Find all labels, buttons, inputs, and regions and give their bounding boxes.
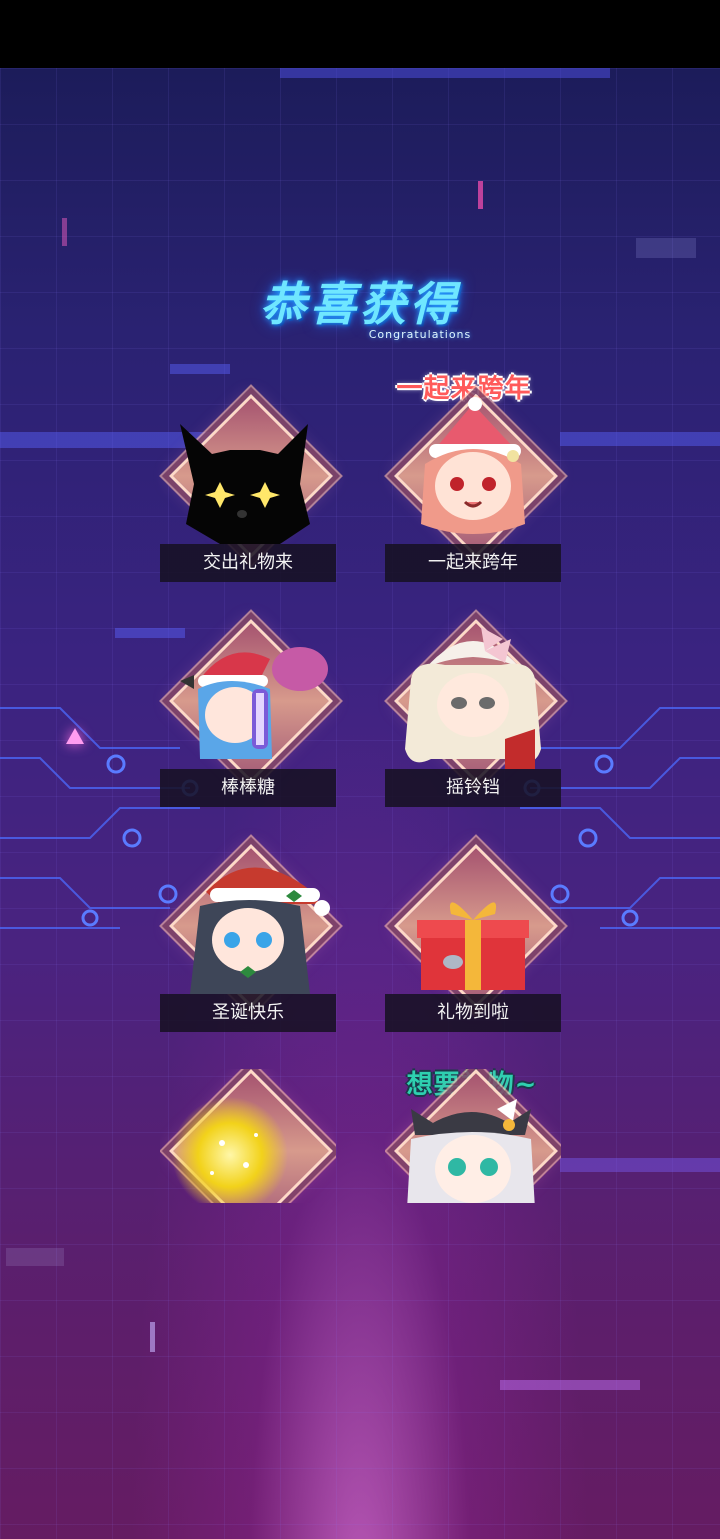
title-text: 恭喜获得: [260, 277, 460, 331]
bell-girl-icon: [405, 627, 541, 769]
decor-bar: [560, 432, 720, 446]
cat-hat-girl-icon: [407, 1099, 535, 1203]
decor-bar: [170, 364, 230, 374]
reward-item[interactable]: 棒棒糖: [160, 618, 336, 819]
status-bar: [0, 0, 720, 68]
santa-hat-girl-icon: [421, 397, 525, 534]
decor-bar: [150, 1322, 155, 1352]
reward-item[interactable]: 一起来跨年: [385, 393, 561, 594]
congrats-title: 恭喜获得 Congratulations: [0, 268, 720, 341]
black-cat-silhouette-icon: [180, 424, 310, 544]
decor-bar: [560, 1158, 720, 1172]
item-label: 一起来跨年: [385, 544, 561, 582]
reward-item[interactable]: 礼物到啦: [385, 843, 561, 1044]
decor-bar: [500, 1380, 640, 1390]
reward-item[interactable]: 交出礼物来: [160, 393, 336, 594]
item-label: 摇铃铛: [385, 769, 561, 807]
triangle-icon: [66, 728, 84, 744]
reward-screen[interactable]: 恭喜获得 Congratulations 交出礼物来 一起来跨年 一起来跨年 棒…: [0, 68, 720, 1539]
item-label: 礼物到啦: [385, 994, 561, 1032]
lollipop-girl-icon: [180, 647, 328, 759]
title-subtitle: Congratulations: [368, 328, 472, 341]
item-label: 棒棒糖: [160, 769, 336, 807]
reward-item[interactable]: [160, 1069, 336, 1203]
circuit-decoration: [0, 707, 720, 929]
decor-bar: [62, 218, 67, 246]
item-label: 交出礼物来: [160, 544, 336, 582]
decor-bar: [478, 181, 483, 209]
reward-item[interactable]: 圣诞快乐: [160, 843, 336, 1044]
item-label: 圣诞快乐: [160, 994, 336, 1032]
reward-item[interactable]: 摇铃铛: [385, 618, 561, 819]
christmas-girl-icon: [190, 867, 330, 994]
golden-sparkle-icon: [172, 1097, 288, 1203]
gift-box-icon: [417, 902, 529, 990]
reward-item[interactable]: [385, 1069, 561, 1203]
decor-bar: [636, 238, 696, 258]
decor-bar: [280, 68, 610, 78]
decor-bar: [6, 1248, 64, 1266]
